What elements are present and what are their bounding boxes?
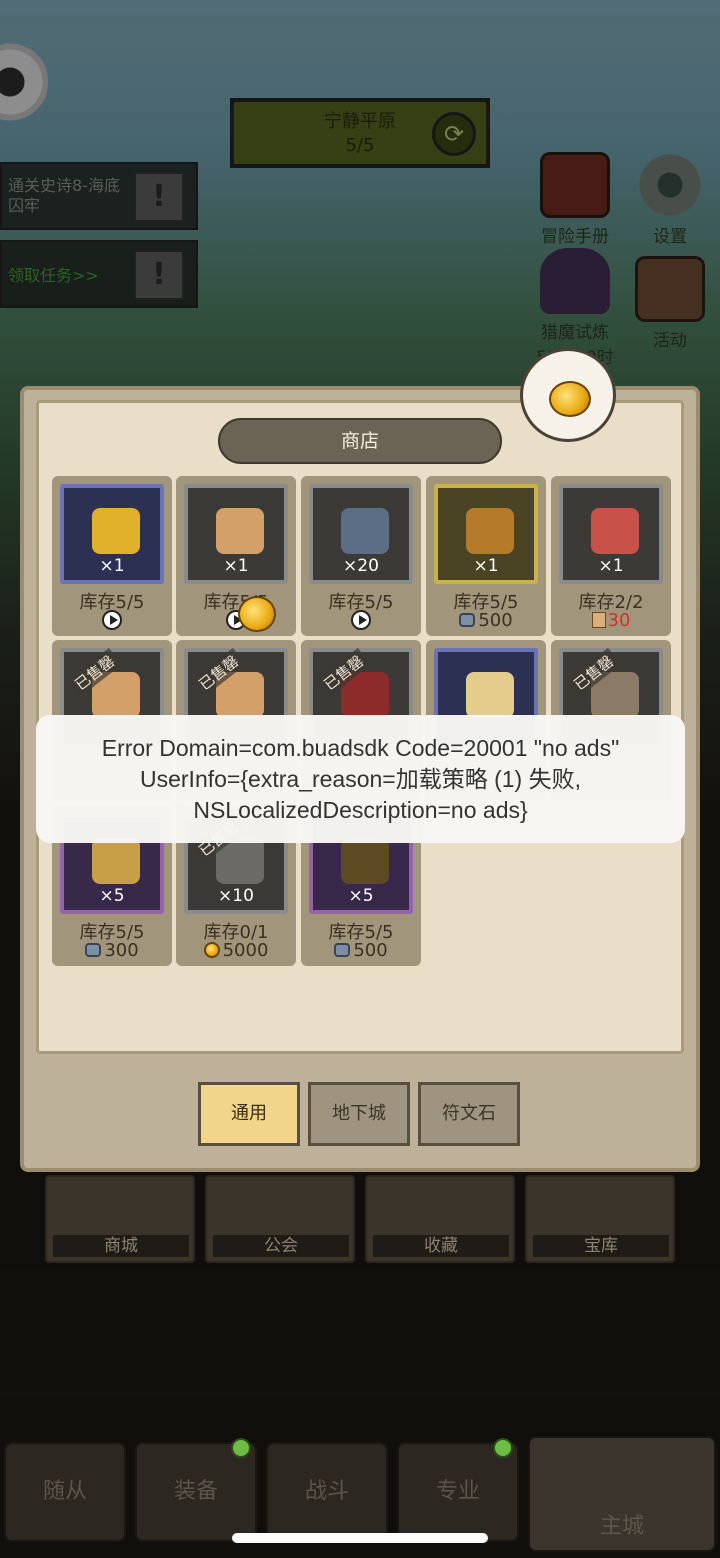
play-ad-icon [102,610,122,630]
building-guild[interactable]: 公会 [205,1175,355,1263]
treasure-chest-icon [466,508,514,554]
item-count: ×1 [473,556,499,576]
shop-item-slot[interactable]: ×1 库存5/5 [176,476,296,636]
hammer-icon [92,838,140,884]
item-frame: ×1 [559,484,663,584]
scroll-icon [591,612,606,628]
tab-general[interactable]: 通用 [198,1082,300,1146]
building-treasury[interactable]: 宝库 [525,1175,675,1263]
building-collection[interactable]: 收藏 [365,1175,515,1263]
nav-label: 随从 [42,1479,87,1504]
building-mall[interactable]: 商城 [45,1175,195,1263]
nav-label: 专业 [435,1479,480,1504]
item-frame: ×1 [184,484,288,584]
tombstone-gold-icon [341,838,389,884]
item-frame: ×1 [60,484,164,584]
price-value: 500 [353,940,388,961]
currency-bubble[interactable] [520,348,616,442]
nav-battle[interactable]: 战斗 [266,1442,388,1542]
gem-icon [459,613,476,627]
shop-item-slot[interactable]: ×1 库存5/5 500 [426,476,546,636]
error-toast: Error Domain=com.buadsdk Code=20001 "no … [36,715,685,843]
item-count: ×1 [99,556,125,576]
gem-icon [85,943,102,957]
gold-coins-icon [92,508,140,554]
shop-item-slot[interactable]: ×20 库存5/5 [301,476,421,636]
coin-icon [203,942,220,958]
tab-runestone[interactable]: 符文石 [418,1082,520,1146]
nav-label: 主城 [599,1514,644,1539]
shop-title: 商店 [218,418,502,464]
item-count: ×5 [348,886,374,906]
tab-dungeon[interactable]: 地下城 [308,1082,410,1146]
item-count: ×1 [223,556,249,576]
play-ad-icon [351,610,371,630]
error-line-1: Error Domain=com.buadsdk Code=20001 "no … [101,735,620,761]
item-count: ×10 [218,886,254,906]
item-price [52,610,172,632]
scroll-icon [216,508,264,554]
price-value: 300 [104,940,139,961]
red-cloth-icon [591,508,639,554]
floating-coin-icon [238,596,276,632]
gem-icon [341,508,389,554]
nav-followers[interactable]: 随从 [4,1442,126,1542]
nav-profession[interactable]: 专业 [397,1438,519,1542]
gem-icon [334,943,351,957]
price-value: 500 [478,610,513,631]
nav-main-city[interactable]: 主城 [528,1436,716,1552]
item-count: ×1 [598,556,624,576]
item-price: 500 [426,610,546,631]
building-label: 收藏 [373,1235,509,1257]
notification-dot [231,1438,251,1458]
coin-icon [549,381,591,417]
error-line-2: UserInfo={extra_reason=加载策略 (1) 失败, [140,766,581,792]
item-price [176,610,296,632]
nav-label: 战斗 [304,1479,349,1504]
home-indicator[interactable] [232,1533,488,1543]
item-frame: ×20 [309,484,413,584]
shop-item-slot[interactable]: ×1 库存5/5 [52,476,172,636]
item-frame: ×1 [434,484,538,584]
item-price [301,610,421,632]
price-value: 5000 [222,940,269,961]
nav-equipment[interactable]: 装备 [135,1438,257,1542]
item-count: ×20 [343,556,379,576]
building-label: 宝库 [533,1235,669,1257]
item-price: 5000 [176,940,296,961]
nav-label: 装备 [173,1479,218,1504]
notification-dot [493,1438,513,1458]
building-label: 商城 [53,1235,189,1257]
price-value: 30 [607,610,631,631]
item-price: 300 [52,940,172,961]
item-count: ×5 [99,886,125,906]
shop-item-slot[interactable]: ×1 库存2/2 30 [551,476,671,636]
bone-worm-icon [466,672,514,718]
building-label: 公会 [213,1235,349,1257]
error-line-3: NSLocalizedDescription=no ads} [193,797,528,823]
item-price: 500 [301,940,421,961]
item-price: 30 [551,610,671,631]
